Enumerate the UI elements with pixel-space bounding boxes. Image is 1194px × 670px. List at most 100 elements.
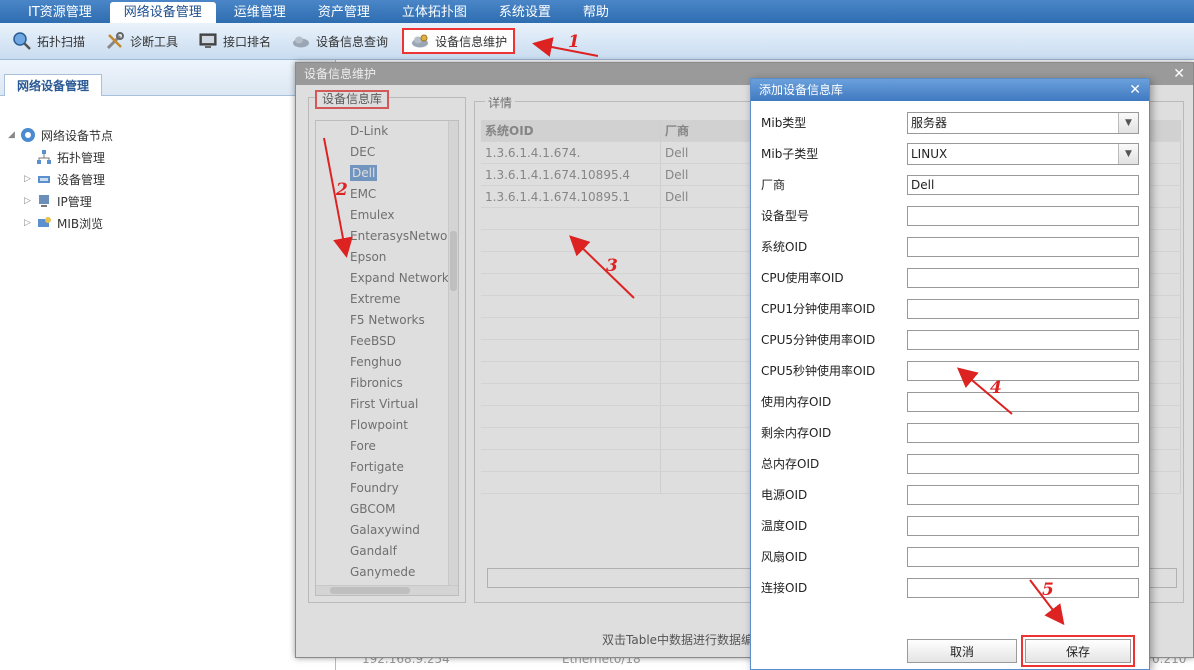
mib-subtype-select[interactable]: LINUX ▼ <box>907 142 1139 165</box>
field-label: 温度OID <box>761 519 808 533</box>
interface-ranking-label: 接口排名 <box>223 34 272 49</box>
cloud-search-icon <box>293 36 310 48</box>
field-label: Mib类型 <box>761 116 807 130</box>
device-info-query-button[interactable]: 设备信息查询 <box>285 28 394 54</box>
tree-item-ip[interactable]: ▷ IP管理 <box>8 190 335 212</box>
double-click-hint: 双击Table中数据进行数据编 <box>602 633 754 647</box>
field-label: 电源OID <box>761 488 808 502</box>
text-field[interactable] <box>907 391 1139 412</box>
main-modal-title: 设备信息维护 <box>304 67 377 81</box>
magnifier-globe-icon <box>13 32 31 50</box>
tree-expand-icon[interactable]: ▷ <box>24 218 36 228</box>
annotation-number-5: 5 <box>1042 580 1054 600</box>
monitor-icon <box>199 33 217 48</box>
device-tree: ◢ 网络设备节点 拓扑管理 ▷ 设备管理 ▷ IP管理 ▷ MIB浏览 <box>0 96 335 234</box>
diagnostic-tools-label: 诊断工具 <box>130 34 179 49</box>
mib-type-select[interactable]: 服务器 ▼ <box>907 111 1139 134</box>
chevron-down-icon[interactable]: ▼ <box>1118 143 1138 164</box>
text-field[interactable] <box>907 422 1139 443</box>
field-label: CPU5分钟使用率OID <box>761 333 876 347</box>
form-row: 厂商 <box>761 169 1141 200</box>
tree-item-label: MIB浏览 <box>57 216 104 231</box>
field-label: 风扇OID <box>761 550 808 564</box>
form-row: 总内存OID <box>761 448 1141 479</box>
form-row: 连接OID <box>761 572 1141 603</box>
text-field[interactable] <box>907 360 1139 381</box>
toolbar: 拓扑扫描 诊断工具 接口排名 设备信息查询 设备信息维护 <box>0 23 1194 60</box>
form-row: Mib类型 服务器 ▼ <box>761 107 1141 138</box>
field-label: 系统OID <box>761 240 808 254</box>
field-label: CPU5秒钟使用率OID <box>761 364 876 378</box>
annotation-number-1: 1 <box>568 32 580 52</box>
tree-expand-icon[interactable]: ▷ <box>24 196 36 206</box>
menu-tab-operations[interactable]: 运维管理 <box>220 2 300 23</box>
text-field[interactable] <box>907 453 1139 474</box>
form-row: Mib子类型 LINUX ▼ <box>761 138 1141 169</box>
close-icon[interactable]: ✕ <box>1173 63 1185 85</box>
tree-item-topology[interactable]: 拓扑管理 <box>8 146 335 168</box>
tree-item-label: 拓扑管理 <box>57 150 106 165</box>
tree-root-label: 网络设备节点 <box>41 128 114 143</box>
field-label: 剩余内存OID <box>761 426 832 440</box>
form-row: 电源OID <box>761 479 1141 510</box>
text-field[interactable] <box>907 577 1139 598</box>
menu-tab-settings[interactable]: 系统设置 <box>485 2 565 23</box>
tree-root-network-nodes[interactable]: ◢ 网络设备节点 <box>8 124 335 146</box>
select-value: 服务器 <box>911 116 948 130</box>
form-row: CPU5分钟使用率OID <box>761 324 1141 355</box>
topology-scan-label: 拓扑扫描 <box>37 34 86 49</box>
tree-item-label: IP管理 <box>57 194 92 209</box>
tree-collapse-icon[interactable]: ◢ <box>8 130 20 140</box>
diagnostic-tools-button[interactable]: 诊断工具 <box>99 28 184 54</box>
text-field[interactable] <box>907 484 1139 505</box>
left-tab-network-device[interactable]: 网络设备管理 <box>4 74 103 96</box>
tree-item-device[interactable]: ▷ 设备管理 <box>8 168 335 190</box>
save-button[interactable]: 保存 <box>1021 635 1135 667</box>
form-row: 系统OID <box>761 231 1141 262</box>
text-field[interactable] <box>907 298 1139 319</box>
text-field[interactable] <box>907 205 1139 226</box>
add-device-library-dialog: 添加设备信息库 ✕ Mib类型 服务器 ▼ Mib子类型 LINUX ▼ 厂商设备型号系统O… <box>750 78 1150 670</box>
field-label: 厂商 <box>761 178 786 192</box>
mib-browse-icon <box>38 217 51 227</box>
form-row: CPU1分钟使用率OID <box>761 293 1141 324</box>
tree-expand-icon[interactable]: ▷ <box>24 174 36 184</box>
cancel-button[interactable]: 取消 <box>907 639 1017 663</box>
form-row: CPU5秒钟使用率OID <box>761 355 1141 386</box>
tools-icon <box>106 32 125 50</box>
tree-item-mib[interactable]: ▷ MIB浏览 <box>8 212 335 234</box>
tree-item-label: 设备管理 <box>57 172 106 187</box>
text-field[interactable] <box>907 546 1139 567</box>
menu-tab-assets[interactable]: 资产管理 <box>304 2 384 23</box>
add-dialog-titlebar: 添加设备信息库 ✕ <box>751 79 1149 101</box>
ip-icon <box>39 195 49 207</box>
device-info-query-label: 设备信息查询 <box>316 34 389 49</box>
form-row: 剩余内存OID <box>761 417 1141 448</box>
menu-tab-network-device[interactable]: 网络设备管理 <box>109 2 216 23</box>
text-field[interactable] <box>907 267 1139 288</box>
topology-scan-button[interactable]: 拓扑扫描 <box>6 28 91 54</box>
interface-ranking-button[interactable]: 接口排名 <box>192 28 277 54</box>
form-row: 风扇OID <box>761 541 1141 572</box>
select-value: LINUX <box>911 146 948 161</box>
device-info-maintain-button[interactable]: 设备信息维护 <box>402 28 516 54</box>
field-label: 设备型号 <box>761 209 810 223</box>
chevron-down-icon[interactable]: ▼ <box>1118 112 1138 133</box>
text-field[interactable] <box>907 236 1139 257</box>
menu-tab-3d-topology[interactable]: 立体拓扑图 <box>388 2 481 23</box>
top-menu-bar: IT资源管理 网络设备管理 运维管理 资产管理 立体拓扑图 系统设置 帮助 <box>0 0 1194 23</box>
field-label: CPU使用率OID <box>761 271 844 285</box>
field-label: Mib子类型 <box>761 147 819 161</box>
text-field[interactable] <box>907 515 1139 536</box>
text-field[interactable] <box>907 329 1139 350</box>
topology-icon <box>37 150 51 164</box>
cloud-gear-icon <box>412 34 429 48</box>
form-row: 使用内存OID <box>761 386 1141 417</box>
form-row: CPU使用率OID <box>761 262 1141 293</box>
text-field[interactable] <box>907 174 1139 195</box>
field-label: 使用内存OID <box>761 395 832 409</box>
menu-tab-it-resource[interactable]: IT资源管理 <box>14 2 106 23</box>
add-dialog-title: 添加设备信息库 <box>759 83 844 97</box>
menu-tab-help[interactable]: 帮助 <box>569 2 623 23</box>
close-icon[interactable]: ✕ <box>1129 79 1141 101</box>
